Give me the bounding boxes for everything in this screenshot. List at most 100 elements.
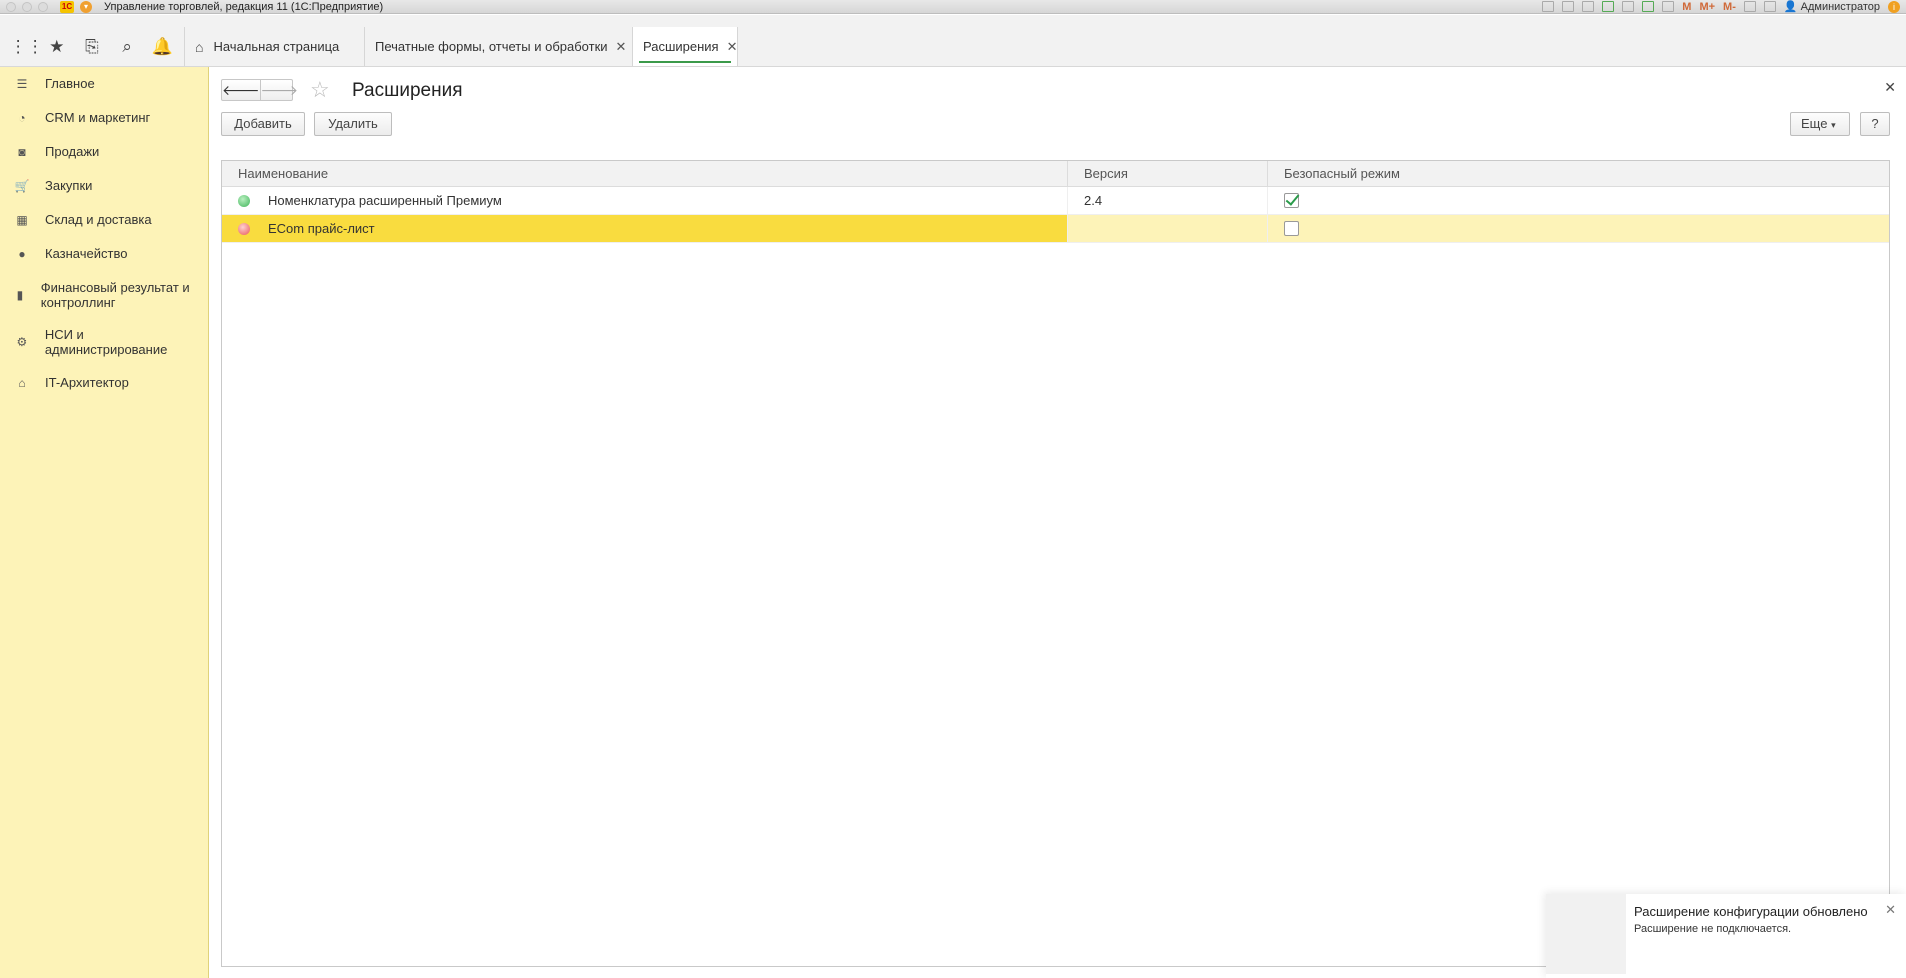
notification-title: Расширение конфигурации обновлено xyxy=(1634,904,1868,919)
table-row[interactable]: ECom прайс-лист xyxy=(222,215,1889,243)
status-active-icon xyxy=(238,194,250,207)
column-header-name[interactable]: Наименование xyxy=(222,161,1068,186)
sidebar-item-purchases[interactable]: 🛒 Закупки xyxy=(0,166,208,200)
cell-name: Номенклатура расширенный Премиум xyxy=(222,187,1068,214)
extensions-table[interactable]: Наименование Версия Безопасный режим Ном… xyxy=(221,160,1890,967)
pie-chart-icon: ◔ xyxy=(18,110,26,125)
tab-label: Расширения xyxy=(643,39,719,54)
current-user[interactable]: 👤 Администратор xyxy=(1784,0,1880,13)
sidebar-item-admin[interactable]: ⚙ НСИ и администрирование xyxy=(0,317,208,364)
close-tab-icon[interactable]: ✕ xyxy=(727,39,738,55)
notification-popup[interactable]: Расширение конфигурации обновлено Расшир… xyxy=(1546,894,1906,978)
calendar-icon[interactable] xyxy=(1662,1,1675,12)
star-icon[interactable]: ★ xyxy=(45,37,69,57)
sidebar-item-label: Финансовый результат и контроллинг xyxy=(40,280,190,310)
sidebar-item-label: Главное xyxy=(45,76,95,91)
extension-name: Номенклатура расширенный Премиум xyxy=(268,193,502,208)
column-header-safe-mode[interactable]: Безопасный режим xyxy=(1268,161,1889,186)
bag-icon: ◙ xyxy=(18,144,26,159)
add-button[interactable]: Добавить xyxy=(221,112,305,136)
app-title: Управление торговлей, редакция 11 (1С:Пр… xyxy=(104,0,384,13)
table-row[interactable]: Номенклатура расширенный Премиум 2.4 xyxy=(222,187,1889,215)
cell-version: 2.4 xyxy=(1068,187,1268,214)
sidebar-item-treasury[interactable]: ● Казначейство xyxy=(0,234,208,268)
zoom-window-button[interactable] xyxy=(38,1,48,12)
sidebar-item-main[interactable]: ☰ Главное xyxy=(0,67,208,98)
toolbar-spacer xyxy=(0,15,1906,27)
apps-grid-icon[interactable]: ⋮⋮ xyxy=(10,37,44,57)
coin-icon: ● xyxy=(18,246,26,261)
close-icon[interactable]: ✕ xyxy=(1884,79,1896,96)
favorite-star-icon[interactable]: ☆ xyxy=(310,77,330,103)
more-label: Еще xyxy=(1801,116,1828,131)
titlebar-tools: M M+ M- 👤 Администратор i xyxy=(1542,0,1906,13)
sidebar-item-label: Продажи xyxy=(45,144,100,159)
sidebar-item-crm[interactable]: ◔ CRM и маркетинг xyxy=(0,98,208,132)
sidebar-item-label: CRM и маркетинг xyxy=(45,110,151,125)
sidebar-item-finance[interactable]: ▮ Финансовый результат и контроллинг xyxy=(0,268,208,317)
cart-icon: 🛒 xyxy=(14,178,30,193)
memory-plus-button[interactable]: M+ xyxy=(1699,1,1715,13)
info-icon[interactable]: i xyxy=(1888,0,1900,13)
history-icon[interactable]: ⎘ xyxy=(80,37,104,57)
sidebar-item-warehouse[interactable]: ▦ Склад и доставка xyxy=(0,200,208,234)
column-header-version[interactable]: Версия xyxy=(1068,161,1268,186)
cell-safe-mode xyxy=(1268,187,1889,214)
sections-sidebar: ☰ Главное ◔ CRM и маркетинг ◙ Продажи 🛒 … xyxy=(0,67,209,978)
extensions-form: 🡐 🡒 ☆ Расширения ✕ Добавить Удалить Еще … xyxy=(210,67,1906,978)
table-header: Наименование Версия Безопасный режим xyxy=(222,161,1889,187)
sidebar-item-label: Закупки xyxy=(45,178,93,193)
sidebar-item-sales[interactable]: ◙ Продажи xyxy=(0,132,208,166)
sidebar-item-label: Казначейство xyxy=(45,246,128,261)
search-icon[interactable]: ⌕ xyxy=(115,37,139,57)
window-titlebar: 1С ▾ Управление торговлей, редакция 11 (… xyxy=(0,0,1906,14)
extension-name: ECom прайс-лист xyxy=(268,221,375,236)
tab-home[interactable]: ⌂ Начальная страница xyxy=(184,27,364,66)
minimize-window-button[interactable] xyxy=(22,1,32,12)
forward-arrow-icon[interactable]: 🡒 xyxy=(259,80,298,100)
back-arrow-icon[interactable]: 🡐 xyxy=(222,80,260,100)
safe-mode-checkbox[interactable] xyxy=(1284,221,1299,236)
window-controls[interactable] xyxy=(0,1,48,12)
preview-icon[interactable] xyxy=(1582,1,1595,12)
tab-label: Начальная страница xyxy=(213,39,340,54)
zoom-icon[interactable] xyxy=(1743,1,1756,12)
sidebar-item-label: НСИ и администрирование xyxy=(44,327,168,357)
chevron-down-icon: ▾ xyxy=(1831,120,1836,130)
sidebar-item-label: IT-Архитектор xyxy=(45,375,129,390)
spreadsheet-icon[interactable] xyxy=(1642,1,1655,12)
bar-chart-icon: ▮ xyxy=(16,288,24,302)
sidebar-item-label: Склад и доставка xyxy=(45,212,152,227)
cell-safe-mode xyxy=(1268,215,1889,242)
printer-icon[interactable] xyxy=(1622,1,1635,12)
notification-text: Расширение не подключается. xyxy=(1634,923,1792,935)
menu-icon: ☰ xyxy=(16,76,28,91)
status-inactive-icon xyxy=(238,222,250,235)
user-name: Администратор xyxy=(1800,1,1880,13)
close-icon[interactable]: ✕ xyxy=(1885,902,1896,918)
tab-extensions[interactable]: Расширения ✕ xyxy=(632,27,738,66)
delete-button[interactable]: Удалить xyxy=(314,112,392,136)
close-tab-icon[interactable]: ✕ xyxy=(616,39,627,55)
warehouse-icon: ▦ xyxy=(16,212,28,227)
history-nav: 🡐 🡒 xyxy=(221,79,298,101)
print-icon[interactable] xyxy=(1562,1,1575,12)
upload-icon[interactable] xyxy=(1602,1,1615,12)
memory-button[interactable]: M xyxy=(1682,1,1691,13)
cell-version xyxy=(1068,215,1268,242)
cell-name: ECom прайс-лист xyxy=(222,215,1068,242)
sidebar-item-it-architect[interactable]: ⌂ IT-Архитектор xyxy=(0,364,208,397)
main-menu-chevron-icon[interactable]: ▾ xyxy=(80,0,92,13)
building-icon: ⌂ xyxy=(18,375,26,390)
save-icon[interactable] xyxy=(1542,1,1555,12)
safe-mode-checkbox[interactable] xyxy=(1284,193,1299,208)
close-window-button[interactable] xyxy=(6,1,16,12)
more-button[interactable]: Еще ▾ xyxy=(1790,112,1850,136)
panel-layout-icon[interactable] xyxy=(1763,1,1776,12)
memory-minus-button[interactable]: M- xyxy=(1723,1,1736,13)
tab-label: Печатные формы, отчеты и обработки xyxy=(375,39,608,54)
bell-icon[interactable]: 🔔 xyxy=(150,37,174,57)
home-icon: ⌂ xyxy=(195,38,204,55)
help-button[interactable]: ? xyxy=(1860,112,1890,136)
tab-print-forms[interactable]: Печатные формы, отчеты и обработки ✕ xyxy=(364,27,632,66)
